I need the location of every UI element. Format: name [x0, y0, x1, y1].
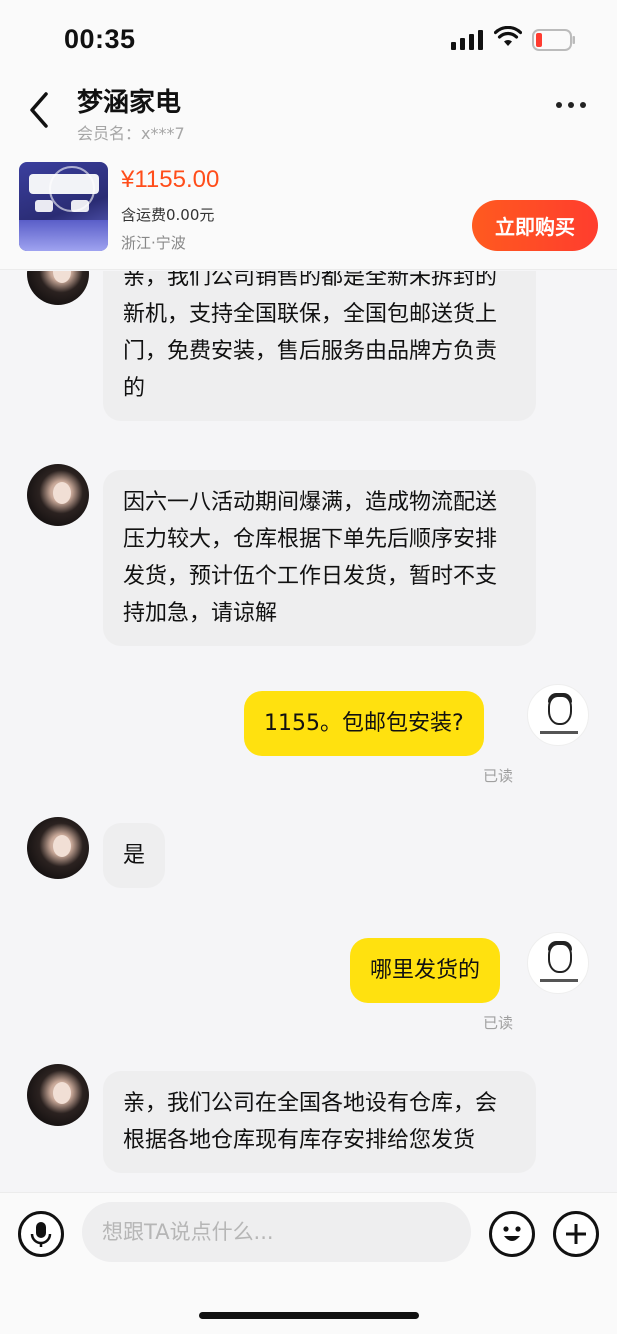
- read-receipt: 已读: [483, 767, 514, 785]
- battery-icon: [532, 29, 575, 51]
- product-card[interactable]: ¥1155.00 含运费0.00元 浙江·宁波 立即购买: [0, 152, 617, 270]
- seller-avatar[interactable]: [27, 271, 89, 305]
- more-icon[interactable]: [556, 102, 586, 108]
- chat-header: 梦涵家电 会员名：x***7: [0, 72, 617, 152]
- wifi-icon: [494, 26, 522, 46]
- product-thumbnail[interactable]: [19, 162, 108, 251]
- shipping-fee: 含运费0.00元: [121, 206, 215, 224]
- status-bar: 00:35: [0, 0, 617, 72]
- my-avatar[interactable]: [527, 684, 589, 746]
- status-time: 00:35: [64, 24, 136, 54]
- plus-icon[interactable]: [553, 1211, 599, 1257]
- seller-avatar[interactable]: [27, 817, 89, 879]
- buy-now-button[interactable]: 立即购买: [472, 200, 598, 251]
- read-receipt: 已读: [483, 1014, 514, 1032]
- product-price: ¥1155.00: [121, 166, 220, 193]
- member-name: 会员名：x***7: [77, 124, 185, 143]
- my-avatar[interactable]: [527, 932, 589, 994]
- ship-location: 浙江·宁波: [121, 234, 186, 252]
- message-bubble: 哪里发货的: [350, 938, 501, 1003]
- back-icon[interactable]: [26, 90, 52, 130]
- message-bubble: 亲，我们公司销售的都是全新未拆封的新机，支持全国联保，全国包邮送货上门，免费安装…: [103, 271, 536, 421]
- message-bubble: 因六一八活动期间爆满，造成物流配送压力较大，仓库根据下单先后顺序安排发货，预计伍…: [103, 470, 536, 646]
- message-bubble: 亲，我们公司在全国各地设有仓库，会根据各地仓库现有库存安排给您发货: [103, 1071, 536, 1173]
- shop-name[interactable]: 梦涵家电: [77, 82, 181, 119]
- seller-avatar[interactable]: [27, 1064, 89, 1126]
- mic-icon[interactable]: [18, 1211, 64, 1257]
- signal-icon: [451, 30, 483, 50]
- message-bubble: 1155。包邮包安装?: [244, 691, 484, 756]
- home-indicator: [199, 1312, 419, 1319]
- message-list[interactable]: 亲，我们公司销售的都是全新未拆封的新机，支持全国联保，全国包邮送货上门，免费安装…: [0, 271, 617, 1192]
- emoji-icon[interactable]: [489, 1211, 535, 1257]
- message-input[interactable]: [82, 1202, 471, 1262]
- message-bubble: 是: [103, 823, 166, 888]
- seller-avatar[interactable]: [27, 464, 89, 526]
